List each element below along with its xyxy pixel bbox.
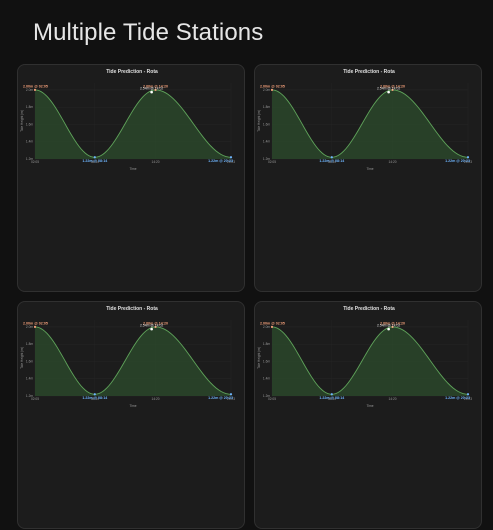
chart-title: Tide Prediction - Rota [106,306,158,312]
tide-chart: Tide Prediction - Rota1.2m1.4m1.6m1.8m2.… [257,69,472,171]
x-tick-label: 02:05 [268,397,276,401]
x-tick-label: 14:20 [389,160,397,164]
y-tick-label: 2.0m [26,88,33,92]
chart-title: Tide Prediction - Rota [106,69,158,75]
x-tick-label: 02:05 [268,160,276,164]
low-tide-label: 1.22m @ 08:14 [319,396,344,400]
high-tide-label: 2.00m @ 02:05 [260,84,285,88]
low-tide-label: 1.22m @ 08:14 [319,159,344,163]
y-tick-label: 1.6m [263,122,270,126]
y-tick-label: 1.8m [263,105,270,109]
y-tick-label: 1.6m [26,122,33,126]
tide-card: Tide Prediction - Rota 1.2m 1.4m 1.6m 1.8m 2.… [17,64,245,292]
y-tick-label: 1.8m [26,105,33,109]
y-tick-label: 1.4m [26,377,33,381]
tide-chart: Tide Prediction - Rota1.2m1.4m1.6m1.8m2.… [20,306,235,408]
y-tick-label: 1.6m [263,359,270,363]
y-tick-label: 1.6m [26,359,33,363]
x-axis-label: Time [367,404,374,408]
high-tide-point [270,325,274,329]
low-tide-label: 1.22m @ 20:23 [445,396,470,400]
current-tide-point [387,327,390,331]
low-tide-label: 1.22m @ 08:14 [82,396,107,400]
x-tick-label: 14:20 [152,160,160,164]
x-tick-label: 14:20 [152,397,160,401]
current-tide-label: 2.54m @ 14:02 [377,87,400,91]
tide-card: Tide Prediction - Rota 1.2m 1.4m 1.6m 1.8m 2.… [17,301,245,529]
low-tide-label: 1.22m @ 20:23 [208,396,233,400]
y-axis-label: Tide Height (m) [257,110,261,132]
current-tide-label: 2.54m @ 14:02 [377,324,400,328]
y-tick-label: 1.8m [26,342,33,346]
high-tide-point [270,88,274,92]
x-axis-label: Time [130,167,137,171]
current-tide-point [387,90,390,94]
x-axis-label: Time [130,404,137,408]
y-axis-label: Tide Height (m) [257,347,261,369]
x-tick-label: 02:05 [31,397,39,401]
y-axis-label: Tide Height (m) [20,110,24,132]
chart-title: Tide Prediction - Rota [343,69,395,75]
page-title: Multiple Tide Stations [33,19,264,46]
current-tide-label: 2.54m @ 14:02 [140,87,163,91]
x-axis-label: Time [367,167,374,171]
tide-chart: Tide Prediction - Rota1.2m1.4m1.6m1.8m2.… [257,306,472,408]
low-tide-label: 1.22m @ 20:23 [445,159,470,163]
y-axis-label: Tide Height (m) [20,347,24,369]
high-tide-point [33,325,37,329]
y-tick-label: 2.0m [263,325,270,329]
y-tick-label: 2.0m [26,325,33,329]
chart-title: Tide Prediction - Rota [343,306,395,312]
high-tide-label: 2.00m @ 02:05 [23,84,48,88]
y-tick-label: 1.4m [263,377,270,381]
y-tick-label: 1.4m [263,140,270,144]
tide-card: Tide Prediction - Rota 1.2m 1.4m 1.6m 1.8m 2.… [254,64,482,292]
x-tick-label: 02:05 [31,160,39,164]
current-tide-point [150,90,153,94]
y-tick-label: 2.0m [263,88,270,92]
tide-card: Tide Prediction - Rota 1.2m 1.4m 1.6m 1.8m 2.… [254,301,482,529]
current-tide-label: 2.54m @ 14:02 [140,324,163,328]
high-tide-label: 2.00m @ 02:05 [260,321,285,325]
y-tick-label: 1.8m [263,342,270,346]
low-tide-label: 1.22m @ 20:23 [208,159,233,163]
high-tide-point [33,88,37,92]
current-tide-point [150,327,153,331]
x-tick-label: 14:20 [389,397,397,401]
high-tide-label: 2.00m @ 02:05 [23,321,48,325]
y-tick-label: 1.4m [26,140,33,144]
tide-chart: Tide Prediction - Rota1.2m1.4m1.6m1.8m2.… [20,69,235,171]
low-tide-label: 1.22m @ 08:14 [82,159,107,163]
